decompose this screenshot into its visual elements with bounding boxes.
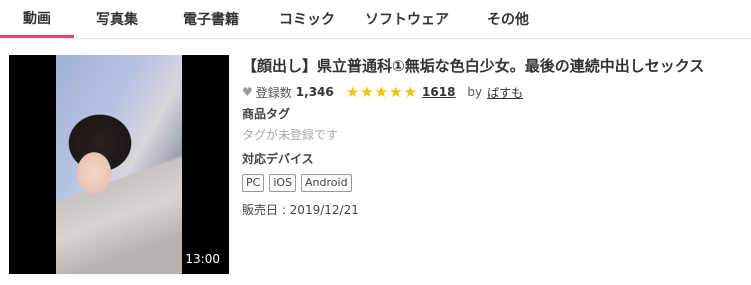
review-count-link[interactable]: 1618: [422, 85, 455, 99]
device-list: PC iOS Android: [242, 174, 747, 192]
star-icon: ★: [360, 82, 374, 101]
tags-label: 商品タグ: [242, 107, 291, 121]
item-info: 【顔出し】県立普通科①無垢な色白少女。最後の連続中出しセックス ♥ 登録数 1,…: [242, 55, 747, 219]
thumbnail-image: [56, 55, 182, 274]
star-icon: ★: [374, 82, 389, 101]
device-badge-ios: iOS: [269, 174, 297, 192]
item-title[interactable]: 【顔出し】県立普通科①無垢な色白少女。最後の連続中出しセックス: [242, 55, 747, 77]
tab-video[interactable]: 動画: [0, 0, 74, 38]
favorites-label: 登録数: [255, 85, 292, 100]
favorites-count: 1,346: [295, 85, 334, 99]
device-badge-pc: PC: [242, 174, 265, 192]
rating-stars: ★ ★ ★ ★ ★: [345, 82, 418, 101]
devices-label: 対応デバイス: [242, 152, 314, 166]
release-date: 販売日 : 2019/12/21: [242, 203, 359, 217]
author-link[interactable]: ぱすも: [487, 84, 523, 101]
item-meta: ♥ 登録数 1,346 ★ ★ ★ ★ ★ 1618 by ぱすも: [242, 83, 747, 101]
star-icon: ★: [389, 82, 403, 101]
by-label: by: [467, 85, 483, 99]
star-icon: ★: [403, 82, 418, 101]
heart-icon: ♥: [242, 85, 253, 99]
tab-other[interactable]: その他: [462, 0, 554, 38]
video-duration: 13:00: [185, 252, 220, 266]
tab-comic[interactable]: コミック: [262, 0, 352, 38]
device-badge-android: Android: [301, 174, 352, 192]
tab-software[interactable]: ソフトウェア: [352, 0, 462, 38]
tags-empty-note: タグが未登録です: [242, 128, 339, 142]
video-thumbnail[interactable]: 13:00: [9, 55, 229, 274]
tab-photobook[interactable]: 写真集: [74, 0, 160, 38]
category-tabs: 動画 写真集 電子書籍 コミック ソフトウェア その他: [0, 0, 751, 39]
star-icon: ★: [345, 82, 360, 101]
tab-ebook[interactable]: 電子書籍: [160, 0, 262, 38]
